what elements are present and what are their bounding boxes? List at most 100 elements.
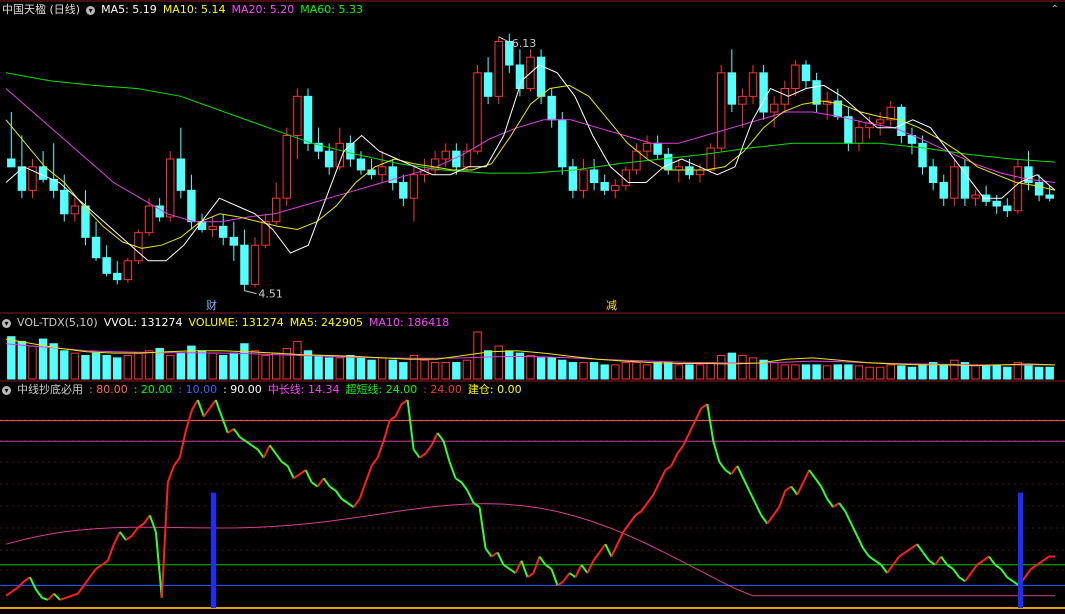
candle-body [38,166,48,180]
short-line-segment [676,444,685,455]
volume-bar [250,350,260,380]
short-line-segment [77,584,85,595]
short-line-segment [71,592,79,597]
candle-body [611,185,620,191]
volume-bar [653,362,662,380]
volume-bar [1034,366,1044,380]
volume-bar [791,364,800,380]
short-line-segment [106,543,115,562]
short-line-segment [334,490,343,500]
candle-body [769,103,779,113]
volume-bar [695,364,705,380]
volume-bar [844,364,853,380]
volume-bar [897,365,906,380]
candle-body [441,150,450,160]
short-line-segment [281,460,289,467]
volume-bar [515,352,525,380]
volume-bar [536,357,546,380]
volume-bar [886,364,895,380]
short-line-segment [838,502,847,512]
candle-body [250,244,260,285]
short-line-segment [59,596,67,601]
short-line-segment [928,559,936,566]
volume-bar [907,366,917,380]
short-line-segment [562,572,571,582]
buy-signal-bar-0 [211,492,216,608]
volume-bar [1003,366,1012,380]
short-line-segment [688,420,697,434]
short-line-segment [568,572,577,578]
short-line-segment [299,469,307,475]
short-line-segment [760,514,769,525]
volume-bar [208,352,217,380]
volume-bar [430,362,440,380]
short-line-segment [196,399,205,417]
candle-body [1013,166,1023,212]
candle-body [70,205,80,215]
short-line-segment [892,555,900,566]
short-line-segment [556,580,565,587]
candle-body [1045,194,1054,199]
candle-body [950,166,959,199]
short-line-segment [634,510,642,517]
short-line-segment [946,563,954,570]
short-line-segment [550,568,559,586]
short-line-segment [262,444,271,459]
candle-body [674,166,684,171]
short-line-segment [940,555,948,566]
candle-body [91,236,101,259]
volume-bar [632,362,641,380]
short-line-segment [131,527,139,537]
candle-body [324,150,334,168]
short-line-segment [322,477,331,488]
volume-bar [812,364,821,380]
short-line-segment [148,515,157,533]
candle-body [589,169,599,183]
short-line-segment [5,590,13,597]
short-line-segment [574,564,583,578]
candle-body [1034,182,1044,196]
candle-body [282,135,292,199]
short-line-segment [419,452,427,459]
candle-body [229,236,239,246]
volume-bar [91,352,101,380]
short-line-segment [316,477,325,488]
short-line-segment [874,559,882,566]
ma5-line [5,64,1056,262]
buy-signal-bar-1 [1018,492,1023,608]
high-price-label: 6.13 [512,37,537,50]
short-line-segment [808,469,817,479]
short-line-segment [514,560,523,574]
short-line-segment [220,416,229,434]
candle-body [971,194,980,199]
short-line-segment [364,465,373,483]
short-line-segment [232,428,241,438]
short-line-segment [245,440,253,447]
candle-body [717,72,726,149]
volume-bar [197,350,207,380]
short-line-segment [820,486,829,500]
short-line-segment [358,482,367,500]
candle-body [536,56,546,97]
short-line-segment [868,555,876,562]
volume-bar [261,355,270,380]
volume-bar [166,355,175,380]
short-line-segment [190,399,199,411]
short-line-segment [394,403,403,417]
short-line-segment [274,452,283,463]
candle-body [293,95,302,137]
volume-bar [399,362,408,380]
candle-body [960,166,970,199]
short-line-segment [455,477,463,484]
volume-bar [314,355,323,380]
short-line-segment [35,588,43,599]
short-line-segment [778,490,787,508]
volume-bar [420,359,429,380]
candle-body [7,158,16,168]
candle-body [473,72,482,152]
short-line-segment [706,403,715,442]
stock-chart[interactable]: 6.13 4.51 财 减 [0,0,1065,614]
short-line-segment [256,448,265,459]
short-line-segment [17,580,25,589]
short-line-segment [101,559,109,566]
